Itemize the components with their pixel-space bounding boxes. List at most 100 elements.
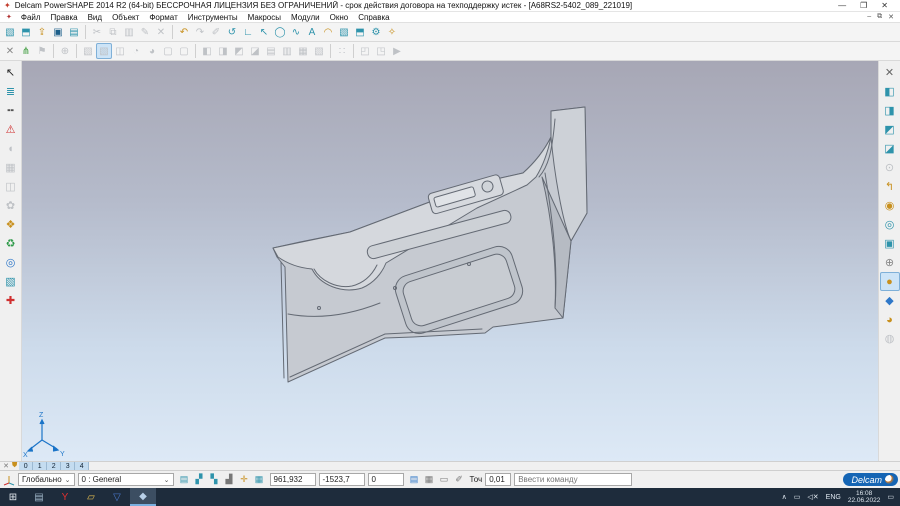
solid-wedge-icon[interactable]: ◔ [128, 43, 144, 59]
3d-viewport[interactable]: Z X Y [22, 61, 878, 461]
surface-tool-icon[interactable]: ◖ [1, 139, 21, 158]
file-explorer-icon[interactable]: ▱ [78, 488, 104, 506]
line-icon[interactable]: ↖ [256, 24, 272, 40]
blend-tool-icon[interactable]: ▦ [1, 158, 21, 177]
new-model-icon[interactable]: ▧ [2, 24, 18, 40]
menu-macros[interactable]: Макросы [243, 13, 286, 22]
transform-icon[interactable]: ↺ [224, 24, 240, 40]
coordinate-y-field[interactable]: -1523,7 [319, 473, 365, 486]
shaded-wire-icon[interactable]: ◕ [880, 310, 900, 329]
zoom-in-icon[interactable]: ◉ [880, 196, 900, 215]
cursor-tool-icon[interactable]: ✛ [237, 472, 252, 487]
box-icon[interactable]: ▧ [1, 272, 21, 291]
view-from-icon[interactable]: ◪ [880, 139, 900, 158]
tolerance-field[interactable]: 0,01 [485, 473, 511, 486]
recycle-box-icon[interactable]: ♻ [1, 234, 21, 253]
solid-ghost-icon[interactable]: ▢ [160, 43, 176, 59]
menu-file[interactable]: Файл [16, 13, 46, 22]
workplane-selector[interactable]: Глобально ⌄ [18, 473, 75, 486]
command-input[interactable] [514, 473, 632, 486]
close-views-icon[interactable]: ✕ [880, 63, 900, 82]
view-spin-icon[interactable]: ⊙ [880, 158, 900, 177]
volume-muted-icon[interactable]: ◁✕ [807, 493, 818, 501]
close-levels-icon[interactable]: ✕ [2, 462, 10, 470]
redo-icon[interactable]: ↷ [192, 24, 208, 40]
wizard-wand-icon[interactable]: ✧ [384, 24, 400, 40]
keyboard-icon[interactable]: ▭ [437, 472, 452, 487]
format-brush-icon[interactable]: ✎ [137, 24, 153, 40]
iso3-view-icon[interactable]: ◩ [880, 120, 900, 139]
curve-icon[interactable]: ∿ [288, 24, 304, 40]
solid-group-icon[interactable]: ◰ [357, 43, 373, 59]
cut-icon[interactable]: ✂ [89, 24, 105, 40]
solid-play-icon[interactable]: ▶ [389, 43, 405, 59]
powershape-taskbar-icon[interactable]: ◆ [130, 488, 156, 506]
print-icon[interactable]: ▤ [66, 24, 82, 40]
feature-gears-icon[interactable]: ⚙ [368, 24, 384, 40]
child-restore-button[interactable]: ⧉ [877, 13, 882, 21]
wireframe-globe-icon[interactable]: ⊕ [880, 253, 900, 272]
delete-icon[interactable]: ✕ [153, 24, 169, 40]
undo-icon[interactable]: ↶ [176, 24, 192, 40]
zoom-fit-icon[interactable]: ◎ [880, 215, 900, 234]
levels-icon[interactable]: ⛊ [12, 462, 17, 470]
minimize-button[interactable]: — [838, 1, 846, 10]
snap-guide-icon[interactable]: ▟ [222, 472, 237, 487]
dynamic-section-icon[interactable]: ◆ [880, 291, 900, 310]
iso1-view-icon[interactable]: ◧ [880, 82, 900, 101]
solid-chamfer-icon[interactable]: ▦ [295, 43, 311, 59]
macro-tool-icon[interactable]: ◫ [1, 177, 21, 196]
close-button[interactable]: ✕ [881, 1, 888, 10]
maximize-button[interactable]: ❐ [860, 1, 867, 10]
snap-item-icon[interactable]: ▚ [207, 472, 222, 487]
menu-window[interactable]: Окно [325, 13, 354, 22]
copy-icon[interactable]: ⧉ [105, 24, 121, 40]
transparent-view-icon[interactable]: ◍ [880, 329, 900, 348]
solid-subtract-icon[interactable]: ◨ [215, 43, 231, 59]
workplane-icon[interactable]: ∟ [240, 24, 256, 40]
solid-wedge2-icon[interactable]: ◕ [144, 43, 160, 59]
notification-center-icon[interactable]: ▭ [887, 493, 894, 501]
grid-icon[interactable]: ▦ [252, 472, 267, 487]
solid-trim-icon[interactable]: ◪ [247, 43, 263, 59]
pointer-tool-icon[interactable]: ✐ [452, 472, 467, 487]
tray-chevron-icon[interactable]: ∧ [782, 493, 787, 501]
zoom-box-icon[interactable]: ▣ [880, 234, 900, 253]
solid-fillet-icon[interactable]: ▥ [279, 43, 295, 59]
solid-active-icon[interactable]: ▧ [96, 43, 112, 59]
yandex-browser-icon[interactable]: Y [52, 488, 78, 506]
child-close-button[interactable]: ✕ [888, 13, 894, 21]
language-indicator[interactable]: ENG [826, 494, 841, 501]
paste-icon[interactable]: ▥ [121, 24, 137, 40]
solid-show-icon[interactable]: ◫ [112, 43, 128, 59]
clipboard-list-icon[interactable]: ▤ [407, 472, 422, 487]
select-cursor-icon[interactable]: ↖ [1, 63, 21, 82]
circle-icon[interactable]: ◯ [272, 24, 288, 40]
solid-flag-icon[interactable]: ⚑ [34, 43, 50, 59]
shaded-view-icon[interactable]: ● [880, 272, 900, 291]
solid-union-icon[interactable]: ◧ [199, 43, 215, 59]
menu-tools[interactable]: Инструменты [183, 13, 243, 22]
menu-modules[interactable]: Модули [286, 13, 325, 22]
solid-ghost2-icon[interactable]: ▢ [176, 43, 192, 59]
blend-slider-icon[interactable]: ╍ [1, 101, 21, 120]
solid-shell-icon[interactable]: ▧ [311, 43, 327, 59]
clock[interactable]: 16:08 22.06.2022 [848, 490, 881, 504]
import-icon[interactable]: ⇪ [34, 24, 50, 40]
taskbar-app-window-icon[interactable]: ▤ [26, 488, 52, 506]
menu-object[interactable]: Объект [107, 13, 144, 22]
coordinate-z-field[interactable]: 0 [368, 473, 404, 486]
menu-format[interactable]: Формат [144, 13, 182, 22]
bird-gray-icon[interactable]: ✿ [1, 196, 21, 215]
solid-select-icon[interactable]: ▧ [80, 43, 96, 59]
close-solids-toolbar-icon[interactable]: ✕ [2, 43, 18, 59]
bird-icon[interactable]: ❖ [1, 215, 21, 234]
undo-view-icon[interactable]: ↰ [880, 177, 900, 196]
coordinate-x-field[interactable]: 961,932 [270, 473, 316, 486]
snap-key-icon[interactable]: ▞ [192, 472, 207, 487]
calculator-icon[interactable]: ▦ [422, 472, 437, 487]
solid-open-icon[interactable]: ⬒ [352, 24, 368, 40]
menu-edit[interactable]: Правка [46, 13, 83, 22]
solid-intersect-icon[interactable]: ◩ [231, 43, 247, 59]
sketch-icon[interactable]: ✐ [208, 24, 224, 40]
